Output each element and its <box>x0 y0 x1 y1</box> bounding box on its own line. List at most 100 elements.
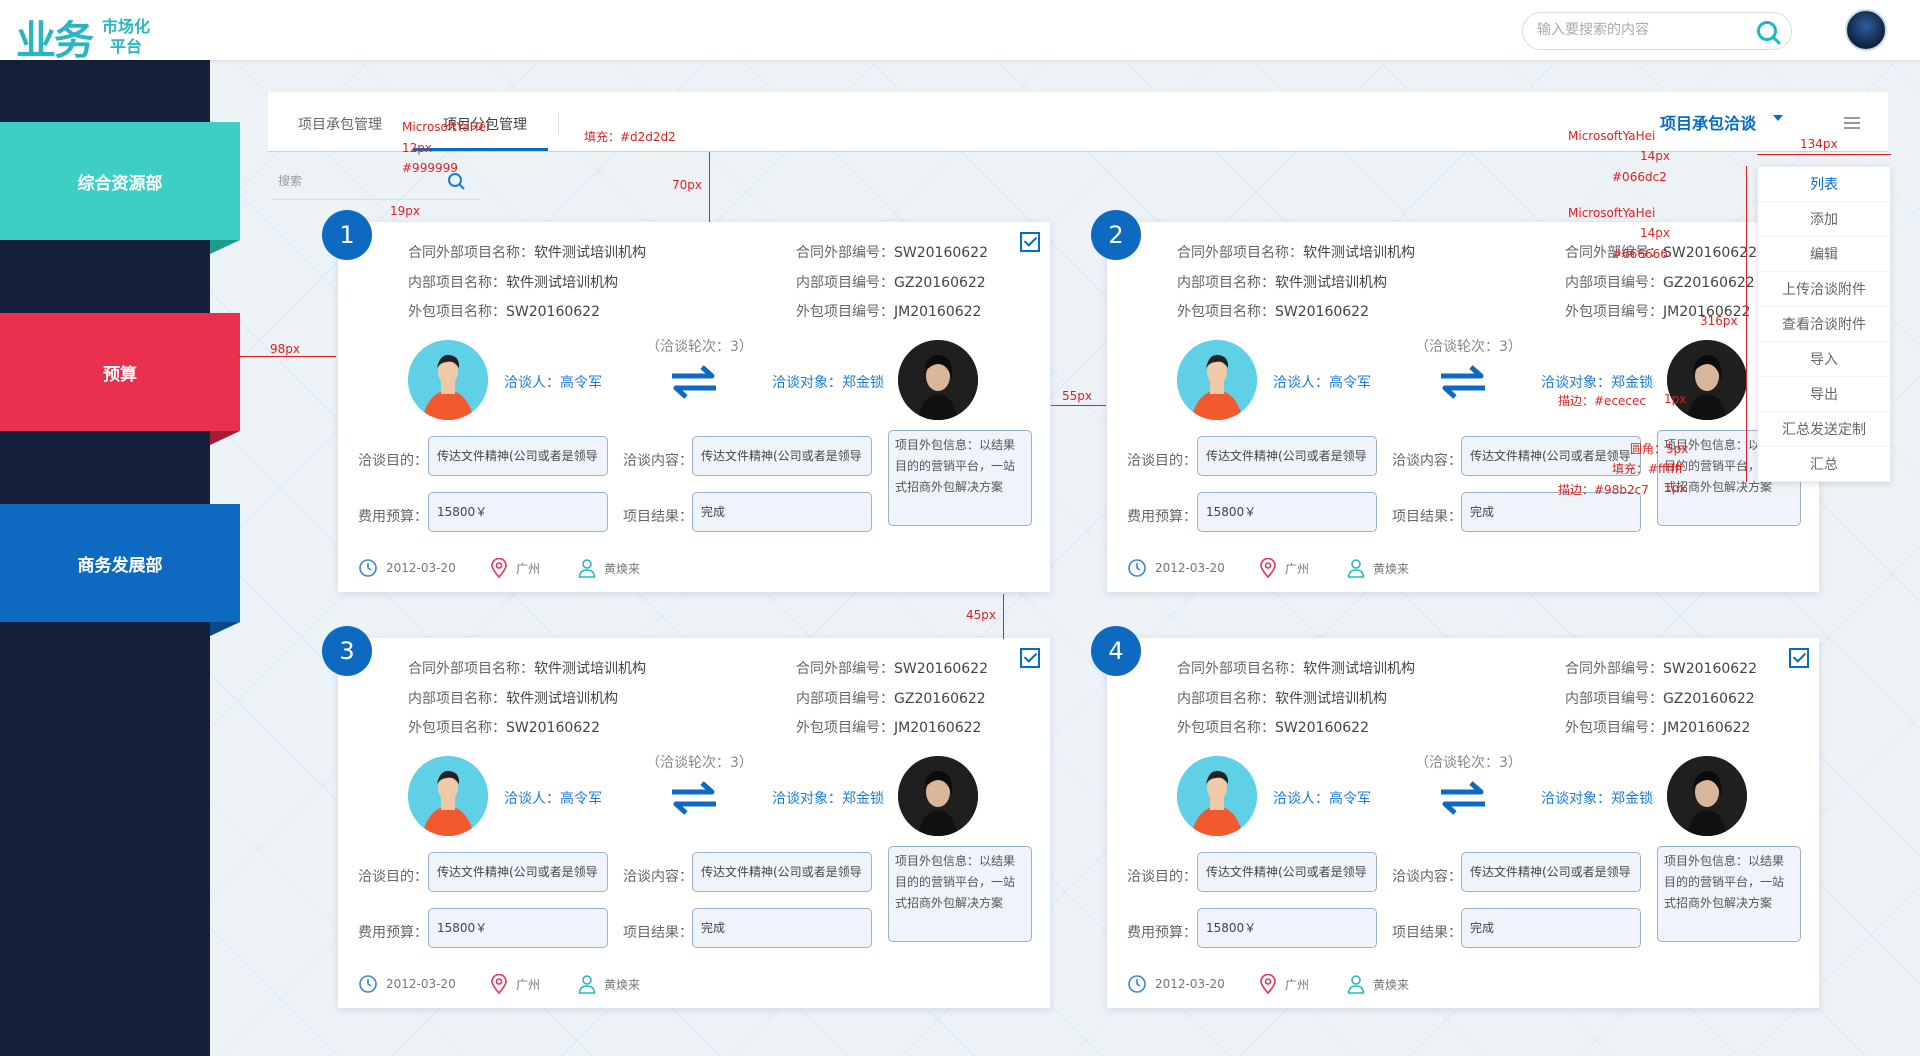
owner-info: 黄焕来 <box>1347 558 1409 578</box>
menu-item-import[interactable]: 导入 <box>1758 342 1890 377</box>
out-project-no: 外包项目编号：JM20160622 <box>796 304 982 320</box>
card-number: 2 <box>1091 210 1141 260</box>
menu-item-add[interactable]: 添加 <box>1758 202 1890 237</box>
date-info: 2012-03-20 <box>1127 974 1225 994</box>
date-text: 2012-03-20 <box>1155 561 1225 575</box>
exchange-arrows-icon <box>672 365 716 399</box>
city-info: 广州 <box>1259 558 1309 578</box>
ext-project-no: 合同外部编号：SW20160622 <box>796 245 988 261</box>
result-field[interactable]: 完成 <box>1461 908 1641 948</box>
sidebar-item-business[interactable]: 商务发展部 <box>0 504 240 636</box>
location-icon <box>1260 974 1276 994</box>
budget-field[interactable]: 15800￥ <box>428 908 608 948</box>
purpose-field[interactable]: 传达文件精神(公司或者是领导 <box>428 852 608 892</box>
menu-item-upload-attachment[interactable]: 上传洽谈附件 <box>1758 272 1890 307</box>
negotiation-dropdown-menu: 列表 添加 编辑 上传洽谈附件 查看洽谈附件 导入 导出 汇总发送定制 汇总 <box>1757 166 1891 482</box>
ext-project-name: 合同外部项目名称：软件测试培训机构 <box>408 245 646 261</box>
negotiation-dropdown-toggle[interactable]: 项目承包洽谈 <box>1660 110 1756 134</box>
content-field[interactable]: 传达文件精神(公司或者是领导 <box>692 852 872 892</box>
owner-info: 黄焕来 <box>578 974 640 994</box>
annotation-border: 描边：#ececec <box>1558 394 1646 408</box>
negotiation-card[interactable]: 1 合同外部项目名称：软件测试培训机构 内部项目名称：软件测试培训机构 外包项目… <box>322 210 1050 592</box>
menu-item-list[interactable]: 列表 <box>1758 167 1890 202</box>
negotiation-card[interactable]: 4 合同外部项目名称：软件测试培训机构 内部项目名称：软件测试培训机构 外包项目… <box>1091 626 1819 1008</box>
annotation-color: #999999 <box>402 161 458 175</box>
budget-field[interactable]: 15800￥ <box>1197 492 1377 532</box>
user-icon <box>578 975 596 994</box>
outsourcing-info: 项目外包信息：以结果目的的营销平台，一站式招商外包解决方案 <box>888 430 1032 526</box>
chevron-down-icon[interactable] <box>1773 115 1783 121</box>
content-field[interactable]: 传达文件精神(公司或者是领导 <box>692 436 872 476</box>
menu-item-view-attachment[interactable]: 查看洽谈附件 <box>1758 307 1890 342</box>
list-search-input[interactable] <box>278 174 428 188</box>
budget-field[interactable]: 15800￥ <box>428 492 608 532</box>
annotation-line <box>1051 405 1106 406</box>
outsourcing-info: 项目外包信息：以结果目的的营销平台，一站式招商外包解决方案 <box>888 846 1032 942</box>
exchange-arrows-icon <box>672 781 716 815</box>
city-text: 广州 <box>516 977 541 992</box>
menu-icon[interactable] <box>1844 117 1860 129</box>
content-field[interactable]: 传达文件精神(公司或者是领导 <box>1461 852 1641 892</box>
purpose-label: 洽谈目的： <box>1127 453 1197 469</box>
ext-project-name: 合同外部项目名称：软件测试培训机构 <box>1177 661 1415 677</box>
annotation-fill: 填充：#d2d2d2 <box>584 130 676 144</box>
purpose-label: 洽谈目的： <box>358 453 428 469</box>
purpose-field[interactable]: 传达文件精神(公司或者是领导 <box>1197 436 1377 476</box>
result-field[interactable]: 完成 <box>692 908 872 948</box>
annotation-line <box>238 356 336 357</box>
negotiator-name: 洽谈人：高令军 <box>504 791 602 807</box>
active-tab-indicator <box>413 148 548 151</box>
budget-field[interactable]: 15800￥ <box>1197 908 1377 948</box>
negotiator-name: 洽谈人：高令军 <box>1273 375 1371 391</box>
purpose-field[interactable]: 传达文件精神(公司或者是领导 <box>1197 852 1377 892</box>
owner-text: 黄焕来 <box>604 977 641 992</box>
user-avatar[interactable] <box>1845 9 1887 51</box>
menu-item-export[interactable]: 导出 <box>1758 377 1890 412</box>
int-project-no: 内部项目编号：GZ20160622 <box>1565 691 1755 707</box>
city-text: 广州 <box>1285 977 1310 992</box>
sidebar-item-resources[interactable]: 综合资源部 <box>0 122 240 254</box>
negotiator-avatar <box>408 756 488 836</box>
exchange-arrows-icon <box>1441 781 1485 815</box>
negotiator-avatar <box>408 340 488 420</box>
sidebar-item-label: 商务发展部 <box>77 555 163 576</box>
purpose-field[interactable]: 传达文件精神(公司或者是领导 <box>428 436 608 476</box>
annotation-border-width: 1px <box>1664 481 1687 495</box>
purpose-label: 洽谈目的： <box>1127 869 1197 885</box>
date-info: 2012-03-20 <box>358 974 456 994</box>
purpose-label: 洽谈目的： <box>358 869 428 885</box>
int-project-name: 内部项目名称：软件测试培训机构 <box>1177 691 1387 707</box>
annotation-height: 316px <box>1700 314 1738 328</box>
negotiator-avatar <box>1177 756 1257 836</box>
menu-item-edit[interactable]: 编辑 <box>1758 237 1890 272</box>
menu-item-summary-custom[interactable]: 汇总发送定制 <box>1758 412 1890 447</box>
owner-text: 黄焕来 <box>1373 977 1410 992</box>
target-avatar <box>898 756 978 836</box>
sidebar-item-budget[interactable]: 预算 <box>0 313 240 445</box>
negotiation-round: （洽谈轮次：3） <box>646 339 753 355</box>
annotation-color: #666666 <box>1612 247 1668 261</box>
search-input[interactable] <box>1537 22 1747 38</box>
select-checkbox[interactable] <box>1020 648 1040 668</box>
annotation-size: 12px <box>402 141 432 155</box>
select-checkbox[interactable] <box>1789 648 1809 668</box>
search-icon[interactable] <box>1755 19 1781 45</box>
select-checkbox[interactable] <box>1020 232 1040 252</box>
negotiation-card[interactable]: 2 合同外部项目名称：软件测试培训机构 内部项目名称：软件测试培训机构 外包项目… <box>1091 210 1819 592</box>
annotation-line <box>1757 154 1891 155</box>
result-field[interactable]: 完成 <box>1461 492 1641 532</box>
logo-subtitle-line1: 市场化 <box>102 17 151 36</box>
content-label: 洽谈内容： <box>1392 869 1462 885</box>
target-name: 洽谈对象：郑金锁 <box>772 375 884 391</box>
ext-project-name: 合同外部项目名称：软件测试培训机构 <box>1177 245 1415 261</box>
negotiation-card[interactable]: 3 合同外部项目名称：软件测试培训机构 内部项目名称：软件测试培训机构 外包项目… <box>322 626 1050 1008</box>
tab-contract-management[interactable]: 项目承包管理 <box>298 114 382 134</box>
int-project-name: 内部项目名称：软件测试培训机构 <box>408 691 618 707</box>
result-label: 项目结果： <box>623 925 693 941</box>
menu-item-summary[interactable]: 汇总 <box>1758 447 1890 482</box>
int-project-name: 内部项目名称：软件测试培训机构 <box>408 275 618 291</box>
user-icon <box>578 559 596 578</box>
result-field[interactable]: 完成 <box>692 492 872 532</box>
global-search <box>1522 12 1792 50</box>
target-avatar <box>1667 756 1747 836</box>
